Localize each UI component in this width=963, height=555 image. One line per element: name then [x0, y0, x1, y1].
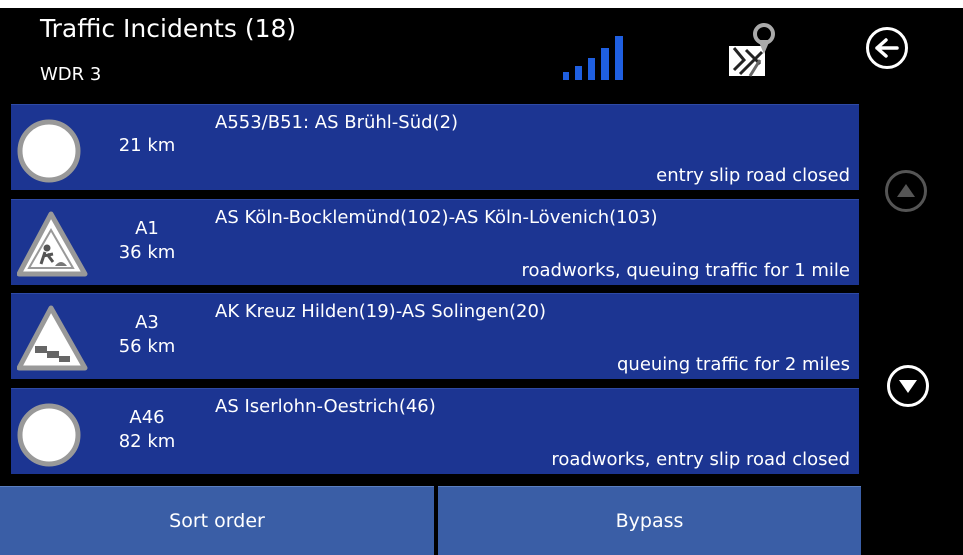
incident-route: A553/B51: AS Brühl-Süd(2)	[215, 112, 459, 133]
incident-description: roadworks, queuing traffic for 1 mile	[521, 260, 851, 281]
incident-distance: 36 km	[118, 242, 176, 263]
incident-distance: 56 km	[118, 336, 176, 357]
traffic-queue-sign-icon	[17, 305, 88, 371]
incident-route: AK Kreuz Hilden(19)-AS Solingen(20)	[215, 301, 546, 322]
incident-distance: 21 km	[118, 135, 176, 156]
triangle-down-icon	[899, 380, 917, 393]
radio-station: WDR 3	[40, 64, 102, 85]
sort-order-button[interactable]: Sort order	[0, 486, 434, 555]
incident-description: queuing traffic for 2 miles	[616, 354, 850, 375]
bypass-button[interactable]: Bypass	[438, 486, 861, 555]
no-entry-circle-icon	[17, 119, 81, 183]
incident-description: entry slip road closed	[656, 165, 850, 186]
back-button[interactable]	[866, 27, 908, 69]
no-entry-circle-icon	[17, 403, 81, 467]
incident-distance: 82 km	[118, 431, 176, 452]
roadworks-sign-icon	[17, 211, 88, 277]
incident-row-1[interactable]: 21 km A553/B51: AS Brühl-Süd(2) entry sl…	[11, 104, 859, 190]
incident-route: AS Iserlohn-Oestrich(46)	[215, 396, 436, 417]
back-arrow-icon	[875, 38, 899, 58]
road-number: A1	[135, 218, 159, 239]
page-title: Traffic Incidents (18)	[40, 14, 297, 43]
scroll-down-button[interactable]	[887, 365, 929, 407]
incident-row-4[interactable]: A46 82 km AS Iserlohn-Oestrich(46) roadw…	[11, 388, 859, 474]
signal-strength-icon	[563, 34, 637, 80]
road-number: A46	[129, 407, 165, 428]
triangle-up-icon	[897, 184, 915, 197]
traffic-screen: Traffic Incidents (18) WDR 3 21 km A553/…	[0, 0, 963, 555]
incident-row-3[interactable]: A3 56 km AK Kreuz Hilden(19)-AS Solingen…	[11, 293, 859, 379]
incident-route: AS Köln-Bocklemünd(102)-AS Köln-Lövenich…	[215, 207, 658, 228]
scroll-up-button[interactable]	[885, 170, 927, 212]
incident-row-2[interactable]: A1 36 km AS Köln-Bocklemünd(102)-AS Köln…	[11, 199, 859, 285]
road-number: A3	[135, 312, 159, 333]
map-route-icon[interactable]	[726, 20, 776, 80]
incident-description: roadworks, entry slip road closed	[551, 449, 850, 470]
